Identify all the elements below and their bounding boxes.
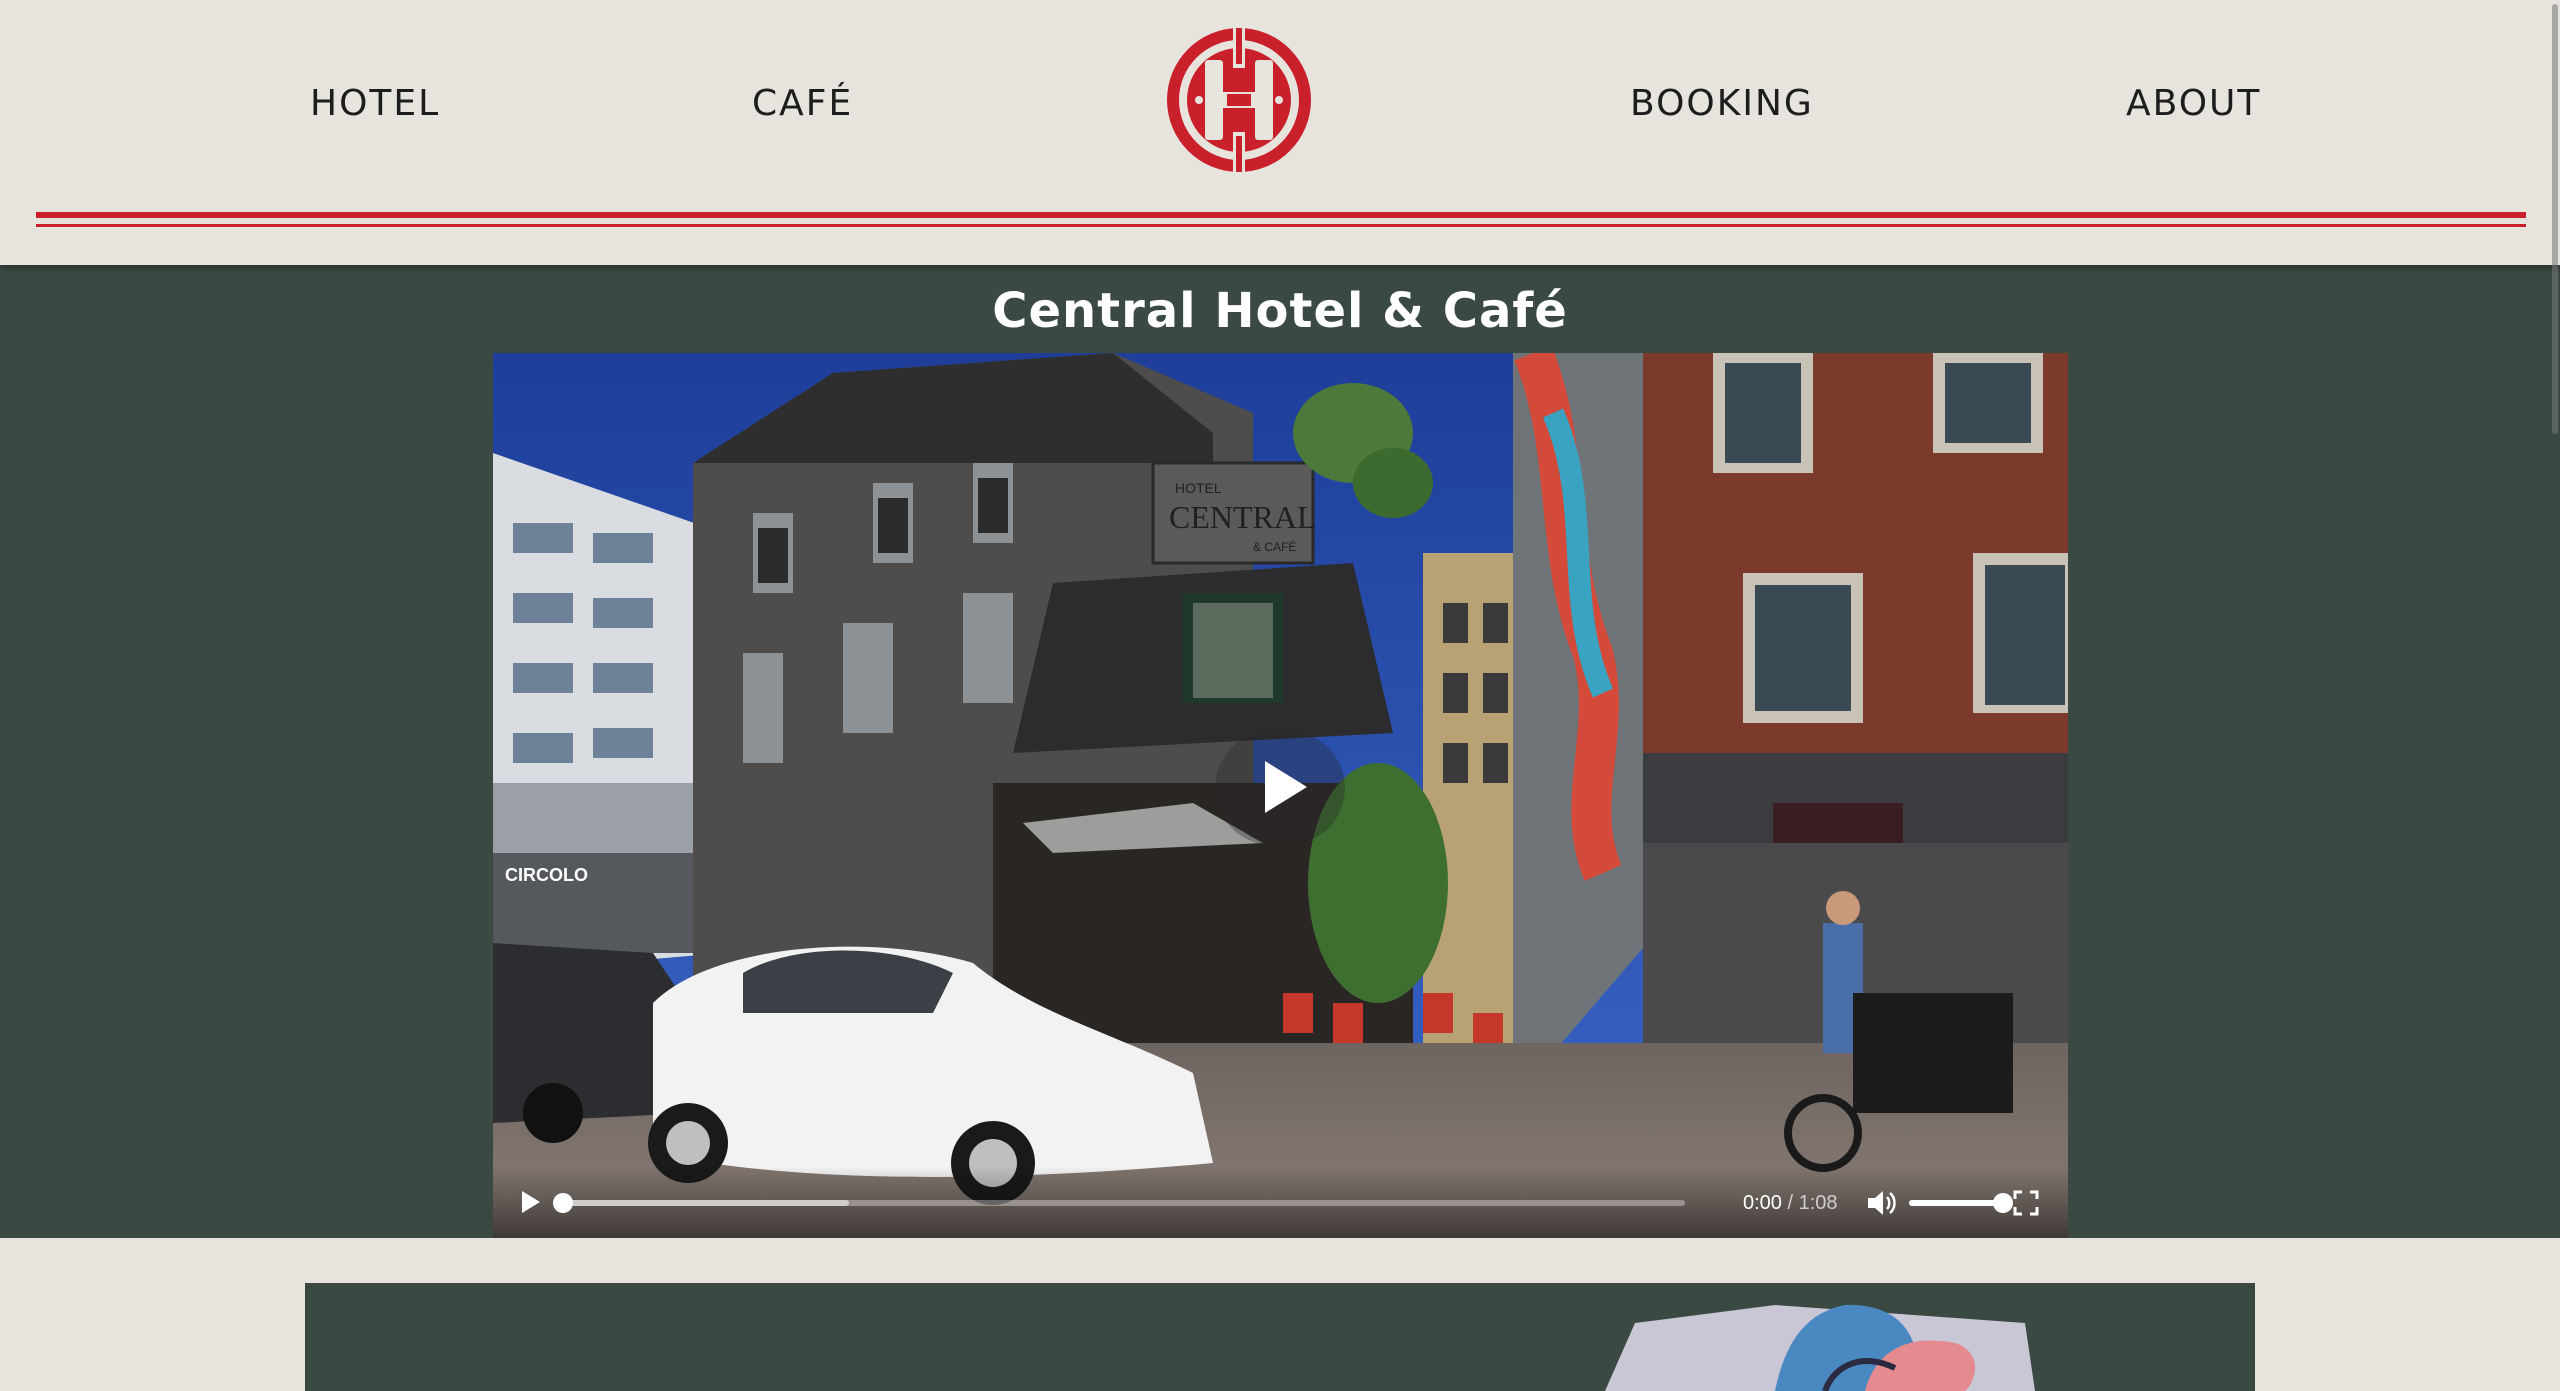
video-player[interactable]: CIRCOLO HOTEL CENTRAL & CAFÉ 0:00 / 1:08 — [493, 353, 2068, 1238]
fullscreen-icon[interactable] — [2013, 1190, 2039, 1216]
seek-handle[interactable] — [553, 1193, 573, 1213]
header-divider-thick — [36, 212, 2526, 218]
video-sign-top: HOTEL — [1175, 480, 1222, 496]
seek-bar-buffered — [555, 1200, 849, 1206]
page-scrollbar[interactable] — [2546, 0, 2560, 1391]
page-title: Central Hotel & Café — [992, 283, 1568, 339]
scrollbar-thumb[interactable] — [2552, 4, 2558, 434]
big-play-button[interactable] — [1215, 731, 1345, 845]
hero-section: Central Hotel & Café CIRCOLO HOTEL CENTR… — [0, 265, 2560, 1238]
nav-hotel-link[interactable]: HOTEL — [310, 82, 440, 126]
volume-level — [1909, 1200, 2003, 1206]
volume-handle[interactable] — [1993, 1193, 2013, 1213]
speaker-icon[interactable] — [1865, 1188, 1897, 1218]
volume-slider[interactable] — [1909, 1193, 2013, 1213]
duration: 1:08 — [1798, 1192, 1838, 1214]
video-sign-main: CENTRAL — [1169, 499, 1317, 535]
play-icon — [1265, 761, 1307, 813]
play-button[interactable] — [519, 1190, 545, 1216]
hotel-logo[interactable] — [1163, 24, 1315, 176]
video-controls-bar: 0:00 / 1:08 — [493, 1166, 2068, 1238]
nav-booking-link[interactable]: BOOKING — [1630, 82, 1814, 126]
seek-bar[interactable] — [553, 1193, 1685, 1213]
header-divider-thin — [36, 224, 2526, 227]
current-time: 0:00 — [1743, 1192, 1782, 1214]
time-display: 0:00 / 1:08 — [1743, 1188, 1838, 1218]
store-sign-text: CIRCOLO — [505, 865, 588, 885]
video-sign-bottom: & CAFÉ — [1253, 539, 1296, 554]
feature-card — [305, 1283, 2255, 1391]
time-separator: / — [1787, 1192, 1794, 1214]
site-header: HOTEL CAFÉ BOOKING ABOUT — [0, 0, 2560, 265]
nav-about-link[interactable]: ABOUT — [2126, 82, 2261, 126]
nav-cafe-link[interactable]: CAFÉ — [752, 82, 853, 126]
mural-illustration — [1605, 1304, 2035, 1391]
